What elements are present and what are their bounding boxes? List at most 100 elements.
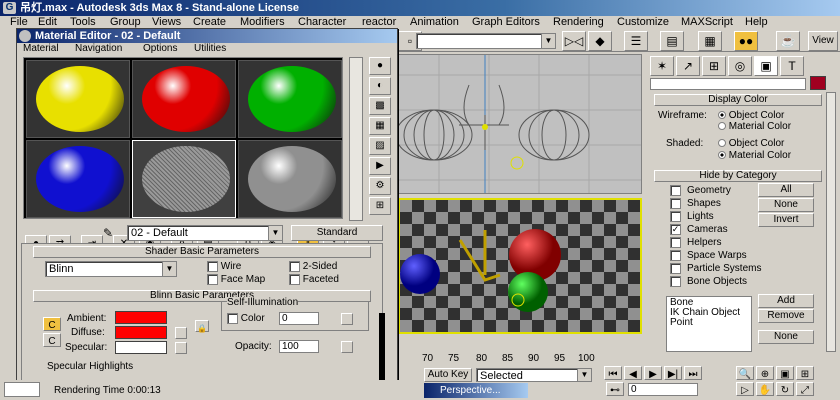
lock-diffuse-specular-icon[interactable]: C	[43, 333, 61, 347]
zoom-extents-all-icon[interactable]: ⊞	[796, 366, 814, 380]
motion-tab-icon[interactable]: ◎	[728, 56, 752, 76]
maximize-viewport-icon[interactable]: ⤢	[796, 382, 814, 396]
list-item[interactable]: Point	[670, 318, 748, 328]
timeline-ruler[interactable]: 70 75 80 85 90 95 100	[398, 352, 646, 366]
next-frame-icon[interactable]: ▶|	[664, 366, 682, 380]
front-viewport[interactable]	[395, 54, 642, 194]
display-tab-icon[interactable]: ▣	[754, 56, 778, 76]
remove-button[interactable]: Remove	[758, 309, 814, 323]
background-icon[interactable]: ▩	[369, 97, 391, 115]
me-menu-navigation[interactable]: Navigation	[75, 43, 122, 55]
all-button[interactable]: All	[758, 183, 814, 197]
curve-editor-icon[interactable]: ▤	[660, 31, 684, 51]
two-sided-checkbox[interactable]: 2-Sided	[289, 261, 337, 273]
self-illum-spinner[interactable]: 0	[279, 312, 319, 325]
material-slot[interactable]	[238, 140, 342, 218]
material-slot[interactable]	[26, 60, 130, 138]
menu-rendering[interactable]: Rendering	[553, 16, 604, 29]
category-cameras-checkbox[interactable]: ✓ Cameras	[670, 224, 728, 236]
select-by-material-icon[interactable]: ⊞	[369, 197, 391, 215]
category-bone-objects-checkbox[interactable]: Bone Objects	[670, 276, 747, 288]
face-map-checkbox[interactable]: Face Map	[207, 274, 265, 286]
category-lights-checkbox[interactable]: Lights	[670, 211, 714, 223]
view-dropdown[interactable]: View	[808, 31, 838, 51]
shaded-object-color-radio[interactable]: Object Color	[718, 138, 784, 150]
object-color-swatch[interactable]	[810, 76, 826, 90]
perspective-viewport[interactable]	[398, 198, 642, 334]
previous-frame-icon[interactable]: ◀	[624, 366, 642, 380]
specular-map-button[interactable]	[175, 342, 187, 354]
self-illum-color-checkbox[interactable]: Color	[227, 313, 265, 325]
current-frame-field[interactable]: 0	[628, 383, 698, 396]
opacity-spinner[interactable]: 100	[279, 340, 319, 353]
opacity-map-button[interactable]	[341, 341, 353, 353]
align-icon[interactable]: ◆	[588, 31, 612, 51]
category-space-warps-checkbox[interactable]: Space Warps	[670, 250, 747, 262]
material-slot[interactable]	[132, 140, 236, 218]
sample-type-icon[interactable]: ●	[369, 57, 391, 75]
zoom-icon[interactable]: 🔍	[736, 366, 754, 380]
category-geometry-checkbox[interactable]: Geometry	[670, 185, 731, 197]
shader-basic-rollout[interactable]: Shader Basic Parameters	[33, 246, 371, 258]
create-tab-icon[interactable]: ✶	[650, 56, 674, 76]
lock-icon[interactable]: 🔒	[195, 320, 209, 333]
invert-button[interactable]: Invert	[758, 213, 814, 227]
menu-customize[interactable]: Customize	[617, 16, 669, 29]
category-list[interactable]: Bone IK Chain Object Point	[666, 296, 752, 352]
layer-manager-icon[interactable]: ☰	[624, 31, 648, 51]
menu-maxscript[interactable]: MAXScript	[681, 16, 733, 29]
key-filter-dropdown[interactable]: Selected ▼	[476, 368, 592, 382]
pick-material-icon[interactable]: ✎	[103, 226, 123, 240]
perspective-taskbar-tab[interactable]: Perspective...	[424, 383, 528, 398]
material-slot[interactable]	[26, 140, 130, 218]
pan-icon[interactable]: ✋	[756, 382, 774, 396]
material-editor-icon[interactable]: ●●	[734, 31, 758, 51]
shader-type-dropdown[interactable]: Blinn ▼	[45, 261, 177, 277]
make-preview-icon[interactable]: ▶	[369, 157, 391, 175]
backlight-icon[interactable]: ◐	[369, 77, 391, 95]
selection-set-dropdown[interactable]: ▼	[416, 33, 556, 49]
arc-rotate-icon[interactable]: ↻	[776, 382, 794, 396]
uv-tiling-icon[interactable]: ▦	[369, 117, 391, 135]
specular-color-swatch[interactable]	[115, 341, 167, 354]
material-slot[interactable]	[132, 60, 236, 138]
field-of-view-icon[interactable]: ▷	[736, 382, 754, 396]
material-slot[interactable]	[238, 60, 342, 138]
maxscript-listener[interactable]	[4, 382, 40, 397]
me-menu-material[interactable]: Material	[23, 43, 59, 55]
self-illum-map-button[interactable]	[341, 313, 353, 325]
zoom-all-icon[interactable]: ⊕	[756, 366, 774, 380]
category-particle-systems-checkbox[interactable]: Particle Systems	[670, 263, 761, 275]
faceted-checkbox[interactable]: Faceted	[289, 274, 339, 286]
display-color-rollout[interactable]: Display Color	[654, 94, 822, 106]
shaded-material-color-radio[interactable]: Material Color	[718, 150, 791, 162]
menu-help[interactable]: Help	[745, 16, 768, 29]
schematic-view-icon[interactable]: ▦	[698, 31, 722, 51]
render-scene-icon[interactable]: ☕	[776, 31, 800, 51]
add-button[interactable]: Add	[758, 294, 814, 308]
category-helpers-checkbox[interactable]: Helpers	[670, 237, 721, 249]
ambient-color-swatch[interactable]	[115, 311, 167, 324]
me-menu-options[interactable]: Options	[143, 43, 177, 55]
material-name-field[interactable]: 02 - Default ▼	[127, 225, 283, 241]
key-mode-icon[interactable]: ⊷	[606, 382, 624, 396]
menu-animation[interactable]: Animation	[410, 16, 459, 29]
command-panel-scrollbar[interactable]	[826, 92, 836, 352]
menu-graph-editors[interactable]: Graph Editors	[472, 16, 540, 29]
slots-scrollbar[interactable]	[349, 57, 363, 221]
category-shapes-checkbox[interactable]: Shapes	[670, 198, 721, 210]
options-icon[interactable]: ⚙	[369, 177, 391, 195]
wire-checkbox[interactable]: Wire	[207, 261, 241, 273]
none-button[interactable]: None	[758, 198, 814, 212]
modify-tab-icon[interactable]: ↗	[676, 56, 700, 76]
me-menu-utilities[interactable]: Utilities	[194, 43, 226, 55]
hierarchy-tab-icon[interactable]: ⊞	[702, 56, 726, 76]
mirror-icon[interactable]: ▷◁	[562, 31, 586, 51]
play-icon[interactable]: ▶	[644, 366, 662, 380]
video-color-check-icon[interactable]: ▨	[369, 137, 391, 155]
hide-by-category-rollout[interactable]: Hide by Category	[654, 170, 822, 182]
diffuse-color-swatch[interactable]	[115, 326, 167, 339]
object-name-field[interactable]	[650, 78, 806, 90]
utilities-tab-icon[interactable]: T	[780, 56, 804, 76]
go-to-start-icon[interactable]: ⏮	[604, 366, 622, 380]
